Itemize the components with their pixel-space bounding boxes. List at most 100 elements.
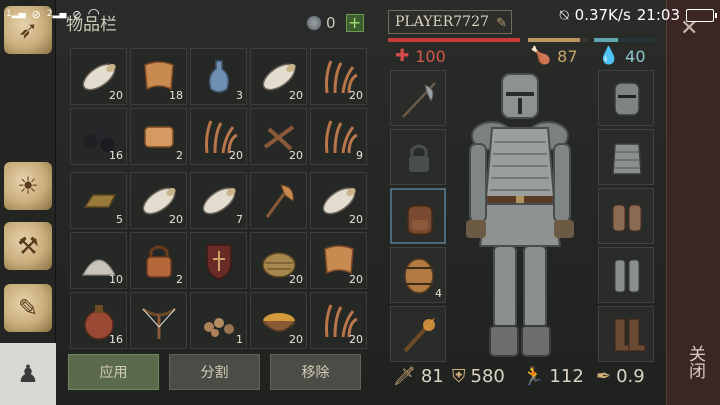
item-quantity: 20 xyxy=(289,89,303,102)
item-quantity: 20 xyxy=(109,89,123,102)
armor-slot-boots[interactable] xyxy=(598,306,654,362)
padlock-icon xyxy=(146,245,172,278)
inventory-slot-leather[interactable]: 2 xyxy=(130,108,187,165)
item-quantity: 20 xyxy=(169,213,183,226)
item-quantity: 16 xyxy=(109,333,123,346)
armor-slot-great-helm[interactable] xyxy=(598,70,654,126)
glass-bottle-icon xyxy=(209,60,229,93)
inventory-slot-glass-bottle[interactable]: 3 xyxy=(190,48,247,105)
torch-icon xyxy=(403,318,435,353)
inventory-slot-sticks[interactable]: 20 xyxy=(250,108,307,165)
inventory-slot-padlock[interactable]: 2 xyxy=(130,232,187,289)
item-quantity: 16 xyxy=(109,149,123,162)
nav-quests-button[interactable]: ✎ xyxy=(4,284,52,332)
inventory-grid-top: 20 18 3 20 20 16 2 20 20 9 xyxy=(70,48,367,165)
food-bar-track xyxy=(528,38,588,42)
food-value: 87 xyxy=(557,46,578,66)
boots-icon xyxy=(614,318,646,352)
item-quantity: 20 xyxy=(229,149,243,162)
shield-icon xyxy=(206,244,232,280)
halberd-icon xyxy=(402,82,436,118)
inventory-slot-axe[interactable] xyxy=(250,172,307,229)
inventory-slot-dry-grass[interactable]: 9 xyxy=(310,108,367,165)
close-label[interactable]: 关闭 xyxy=(683,345,708,379)
item-quantity: 7 xyxy=(236,213,243,226)
inventory-slot-dry-grass[interactable]: 20 xyxy=(310,48,367,105)
inventory-slot-coal[interactable]: 16 xyxy=(70,108,127,165)
equipment-slot-locked[interactable] xyxy=(390,129,446,185)
inventory-slot-basket[interactable]: 20 xyxy=(250,232,307,289)
water-bar-fill xyxy=(594,38,618,42)
nav-craft-button[interactable]: ⚒ xyxy=(4,222,52,270)
inventory-slot-birch-log[interactable]: 20 xyxy=(130,172,187,229)
armor-slot-gauntlets[interactable] xyxy=(598,188,654,244)
inventory-slot-flask[interactable]: 16 xyxy=(70,292,127,349)
inventory-slot-shield[interactable] xyxy=(190,232,247,289)
item-quantity: 18 xyxy=(169,89,183,102)
nav-character-button[interactable]: ♟ xyxy=(0,343,56,405)
item-quantity: 2 xyxy=(176,149,183,162)
birch-log-icon xyxy=(202,187,236,215)
split-button[interactable]: 分割 xyxy=(169,354,260,390)
item-quantity: 20 xyxy=(289,273,303,286)
health-value: 100 xyxy=(415,46,446,66)
locked-icon xyxy=(409,144,429,172)
armor-slot-leg-armor[interactable] xyxy=(598,247,654,303)
leather-icon xyxy=(144,126,174,148)
attack-stat: 🗡 81 xyxy=(393,366,444,387)
sim1-label: 1 xyxy=(6,9,12,19)
great-helm-icon xyxy=(614,82,640,116)
item-quantity: 20 xyxy=(349,273,363,286)
health-icon: ✚ xyxy=(395,46,410,66)
character-icon: ♟ xyxy=(17,360,39,388)
equipment-slot-barrel[interactable]: 4 xyxy=(390,247,446,303)
inventory-slot-birch-log[interactable]: 7 xyxy=(190,172,247,229)
stones-icon xyxy=(204,318,234,337)
left-nav: ➶ ☀ ⚒ ✎ ♟ xyxy=(0,0,56,405)
armor-slot-chest-armor[interactable] xyxy=(598,129,654,185)
inventory-slot-iron-ingot[interactable]: 5 xyxy=(70,172,127,229)
item-quantity: 5 xyxy=(116,213,123,226)
weight-stat: ✒ 0.9 xyxy=(596,366,645,387)
apply-button[interactable]: 应用 xyxy=(68,354,159,390)
sim2-no-service-icon: ⊘ xyxy=(72,7,82,21)
equipment-slot-halberd[interactable] xyxy=(390,70,446,126)
attack-value: 81 xyxy=(420,366,444,387)
food-stat: 🍗 87 xyxy=(530,46,578,66)
nav-skills-button[interactable]: ☀ xyxy=(4,162,52,210)
health-bar-fill xyxy=(388,38,520,42)
axe-icon xyxy=(265,184,294,218)
sim1-no-service-icon: ⊘ xyxy=(31,7,41,21)
inventory-slot-dry-grass[interactable]: 20 xyxy=(310,292,367,349)
water-value: 40 xyxy=(625,46,646,66)
inventory-slot-limestone-powder[interactable]: 10 xyxy=(70,232,127,289)
sun-icon: ☀ xyxy=(17,172,39,200)
item-quantity: 1 xyxy=(236,333,243,346)
item-quantity: 20 xyxy=(349,213,363,226)
equipment-slot-torch[interactable] xyxy=(390,306,446,362)
chest-armor-icon xyxy=(612,143,642,175)
clock: 21:03 xyxy=(636,6,680,24)
water-drop-icon: 💧 xyxy=(598,46,620,66)
shield-icon: ⛨ xyxy=(452,366,466,387)
item-quantity: 4 xyxy=(435,287,442,300)
inventory-slot-birch-log[interactable]: 20 xyxy=(310,172,367,229)
weight-value: 0.9 xyxy=(616,366,645,387)
hammer-icon: ⚒ xyxy=(17,232,39,260)
equipment-slot-backpack[interactable] xyxy=(390,188,446,244)
inventory-slot-leather-hide[interactable]: 18 xyxy=(130,48,187,105)
remove-button[interactable]: 移除 xyxy=(270,354,361,390)
inventory-grid-bottom: 5 20 7 20 10 2 20 20 16 1 20 20 xyxy=(70,172,367,349)
inventory-slot-leather-hide[interactable]: 20 xyxy=(310,232,367,289)
speed-value: 112 xyxy=(549,366,584,387)
inventory-slot-dry-grass[interactable]: 20 xyxy=(190,108,247,165)
inventory-slot-birch-log[interactable]: 20 xyxy=(250,48,307,105)
inventory-slot-crossbow[interactable] xyxy=(130,292,187,349)
inventory-slot-birch-log[interactable]: 20 xyxy=(70,48,127,105)
inventory-actions: 应用 分割 移除 xyxy=(68,354,361,390)
barrel-icon xyxy=(404,258,434,294)
inventory-slot-stew-bowl[interactable]: 20 xyxy=(250,292,307,349)
item-quantity: 20 xyxy=(349,333,363,346)
inventory-slot-stones[interactable]: 1 xyxy=(190,292,247,349)
food-icon: 🍗 xyxy=(530,46,552,66)
